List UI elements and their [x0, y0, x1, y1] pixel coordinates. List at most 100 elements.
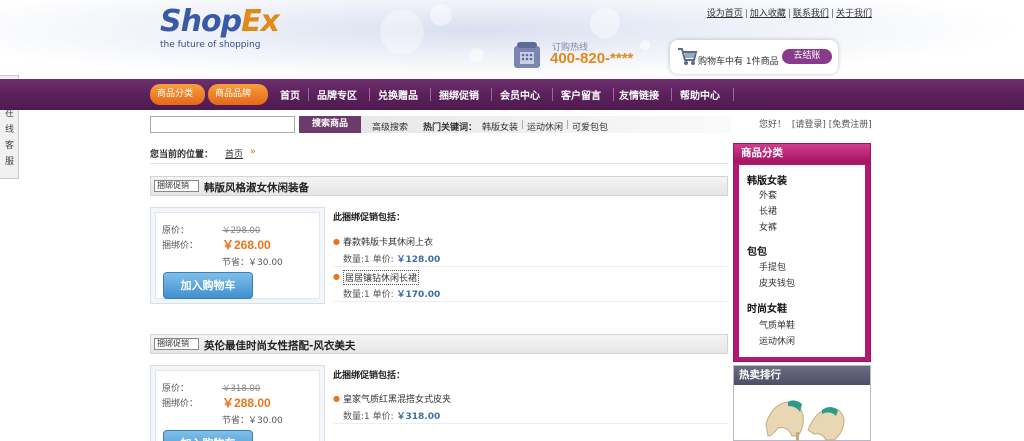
nav-divider — [491, 88, 492, 101]
keyword-link[interactable]: 运动休闲 — [527, 120, 563, 133]
breadcrumb-label: 您当前的位置： — [150, 150, 214, 160]
bundle-item-name[interactable]: 春款韩版卡其休闲上衣 — [343, 235, 433, 248]
greeting-text: 您好！ — [759, 120, 787, 130]
bundle-price-label: 捆绑价： — [162, 241, 199, 251]
bundle-item-qty-label: 数量:1 单价: — [343, 412, 394, 422]
nav-item-brands[interactable]: 品牌专区 — [317, 87, 357, 102]
bullet-icon: ● — [333, 394, 340, 403]
user-greeting: 您好！ [请登录] [免费注册] — [759, 117, 872, 130]
bundle-price-box: 原价： ￥318.00 捆绑价： ￥288.00 节省： ￥30.00 加入购物… — [150, 365, 325, 441]
side-tab-char: 客 — [5, 141, 15, 151]
bundle-item-qty: 数量:1 单价: ￥128.00 — [343, 252, 440, 265]
contact-us-link[interactable]: 联系我们 — [793, 9, 829, 19]
original-price: ￥298.00 — [222, 226, 261, 236]
breadcrumb-home-link[interactable]: 首页 — [225, 147, 243, 160]
category-item[interactable]: 长裙 — [759, 204, 777, 217]
nav-divider — [308, 88, 309, 101]
nav-divider — [552, 88, 553, 101]
keyword-link[interactable]: 韩版女装 — [482, 120, 518, 133]
add-to-cart-button[interactable]: 加入购物车 — [163, 272, 253, 299]
nav-brand-label: 商品品牌 — [215, 89, 252, 99]
category-group[interactable]: 韩版女装 — [747, 172, 787, 187]
bullet-icon: ● — [333, 272, 340, 281]
set-homepage-link[interactable]: 设为首页 — [707, 9, 743, 19]
nav-item-gifts[interactable]: 兑换赠品 — [378, 87, 418, 102]
hotline-number: 400-820-**** — [550, 50, 634, 67]
add-to-cart-button[interactable]: 加入购物车 — [163, 430, 253, 441]
nav-item-bundles[interactable]: 捆绑促销 — [439, 87, 479, 102]
bundle-item-qty: 数量:1 单价: ￥318.00 — [343, 409, 440, 422]
bundle-item-price: ￥128.00 — [396, 255, 441, 265]
logo-tagline: the future of shopping — [160, 40, 261, 50]
bundle-item: ● 居居镶钻休闲长裙 数量:1 单价: ￥170.00 — [333, 268, 728, 302]
save-label: 节省： — [222, 416, 250, 426]
keyword-link[interactable]: 可爱包包 — [572, 120, 608, 133]
logo-word-shop: Shop — [160, 4, 242, 39]
category-item[interactable]: 运动休闲 — [759, 334, 795, 347]
save-amount: ￥30.00 — [248, 416, 283, 426]
nav-brand-pill[interactable]: 商品品牌 — [208, 84, 268, 105]
category-panel: 商品分类 韩版女装 外套 长裙 女裤 包包 手提包 皮夹钱包 时尚女鞋 气质单鞋… — [733, 143, 871, 362]
breadcrumb-divider — [150, 163, 728, 164]
nav-divider — [671, 88, 672, 101]
bundle-item-qty: 数量:1 单价: ￥170.00 — [343, 287, 440, 300]
hot-sellers-panel: 热卖排行 — [733, 365, 871, 441]
bundle-name[interactable]: 英伦最佳时尚女性搭配-风衣美夫 — [204, 338, 355, 353]
nav-item-messages[interactable]: 客户留言 — [561, 87, 601, 102]
cart-summary[interactable]: 购物车中有 1件商品 去结账 — [670, 40, 838, 74]
add-favorite-link[interactable]: 加入收藏 — [750, 9, 786, 19]
bundle-price-inner: 原价： ￥298.00 捆绑价： ￥268.00 节省： ￥30.00 加入购物… — [155, 212, 320, 299]
side-tab-char: 线 — [5, 125, 15, 135]
nav-item-links[interactable]: 友情链接 — [619, 87, 659, 102]
bundle-item-qty-label: 数量:1 单价: — [343, 255, 394, 265]
category-item[interactable]: 女裤 — [759, 220, 777, 233]
bundle-price-inner: 原价： ￥318.00 捆绑价： ￥288.00 节省： ￥30.00 加入购物… — [155, 370, 320, 441]
category-item[interactable]: 皮夹钱包 — [759, 276, 795, 289]
login-link[interactable]: [请登录] — [792, 120, 826, 130]
nav-category-pill[interactable]: 商品分类 — [150, 84, 205, 105]
side-tab-char: 服 — [5, 157, 15, 167]
bundle-price-label: 捆绑价： — [162, 399, 199, 409]
nav-item-home[interactable]: 首页 — [280, 87, 300, 102]
nav-divider — [369, 88, 370, 101]
nav-divider — [733, 88, 734, 101]
bundle-title-bar: 捆绑促销 韩版风格淑女休闲装备 — [150, 176, 728, 196]
search-button[interactable]: 搜索商品 — [299, 116, 361, 133]
phone-icon — [514, 42, 540, 68]
bullet-icon: ● — [333, 237, 340, 246]
save-amount: ￥30.00 — [248, 258, 283, 268]
about-us-link[interactable]: 关于我们 — [836, 9, 872, 19]
bundle-name[interactable]: 韩版风格淑女休闲装备 — [204, 180, 309, 195]
bundle-item-price: ￥170.00 — [396, 290, 441, 300]
category-group[interactable]: 时尚女鞋 — [747, 300, 787, 315]
advanced-search-link[interactable]: 高级搜索 — [372, 120, 408, 133]
nav-item-help[interactable]: 帮助中心 — [680, 87, 720, 102]
original-price-label: 原价： — [162, 384, 190, 394]
keyword-separator: | — [521, 120, 525, 130]
bundle-tag-badge: 捆绑促销 — [154, 180, 199, 192]
checkout-button[interactable]: 去结账 — [782, 49, 832, 64]
register-link[interactable]: [免费注册] — [829, 120, 872, 130]
bundle-title-bar: 捆绑促销 英伦最佳时尚女性搭配-风衣美夫 — [150, 334, 728, 354]
bundle-item: ● 春款韩版卡其休闲上衣 数量:1 单价: ￥128.00 — [333, 233, 728, 267]
category-item[interactable]: 气质单鞋 — [759, 318, 795, 331]
nav-item-member[interactable]: 会员中心 — [500, 87, 540, 102]
nav-category-label: 商品分类 — [157, 89, 194, 99]
category-item[interactable]: 手提包 — [759, 260, 786, 273]
nav-divider — [613, 88, 614, 101]
original-price-label: 原价： — [162, 226, 190, 236]
bundle-tag-badge: 捆绑促销 — [154, 338, 199, 350]
hot-sellers-title: 热卖排行 — [734, 366, 870, 385]
bundle-price-box: 原价： ￥298.00 捆绑价： ￥268.00 节省： ￥30.00 加入购物… — [150, 207, 325, 304]
bundle-item-name[interactable]: 皇家气质红黑混搭女式皮夹 — [343, 392, 451, 405]
bundle-item-name[interactable]: 居居镶钻休闲长裙 — [343, 270, 420, 285]
main-nav: 商品分类 商品品牌 首页 品牌专区 兑换赠品 捆绑促销 会员中心 客户留言 友情… — [0, 79, 1024, 110]
shoe-product-image[interactable] — [758, 396, 848, 441]
category-item[interactable]: 外套 — [759, 188, 777, 201]
keyword-separator: | — [566, 120, 570, 130]
hotline: 订购热线 400-820-**** — [512, 38, 672, 72]
logo[interactable]: ShopEx the future of shopping — [160, 4, 310, 52]
breadcrumb-arrow-icon: » — [250, 147, 256, 157]
search-input[interactable] — [150, 116, 295, 133]
category-group[interactable]: 包包 — [747, 243, 767, 258]
